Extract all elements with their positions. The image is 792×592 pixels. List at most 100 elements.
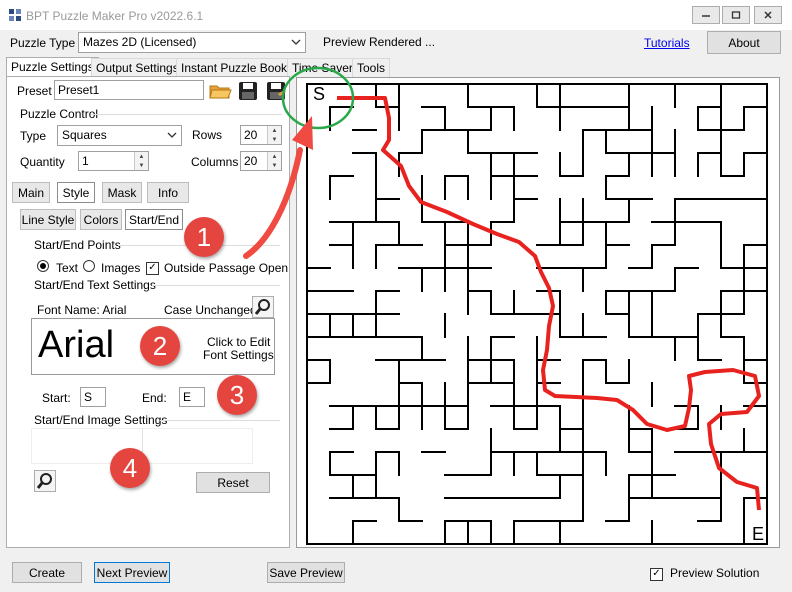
- maze-drawing: [306, 83, 768, 545]
- save-as-preset-button[interactable]: [264, 80, 288, 102]
- columns-value: 20: [244, 154, 258, 168]
- maze-preview: S E: [296, 77, 780, 548]
- annotation-badge-4: 4: [110, 448, 150, 488]
- reset-button[interactable]: Reset: [196, 472, 270, 493]
- window-title: BPT Puzzle Maker Pro v2022.6.1: [26, 9, 204, 23]
- subtab-mask[interactable]: Mask: [102, 182, 142, 203]
- magnifier-icon: [36, 473, 52, 489]
- rows-spin-buttons[interactable]: ▲ ▼: [267, 126, 281, 144]
- columns-stepper[interactable]: 20 ▲ ▼: [240, 151, 282, 171]
- subtab-main[interactable]: Main: [12, 182, 50, 203]
- end-text-input[interactable]: E: [179, 387, 205, 407]
- quantity-spin-buttons[interactable]: ▲ ▼: [134, 152, 148, 170]
- font-preview-text: Arial: [38, 324, 115, 366]
- spin-up-icon[interactable]: ▲: [135, 152, 148, 161]
- images-radio-label: Images: [101, 261, 141, 275]
- style-tab-line-style[interactable]: Line Style: [20, 209, 76, 230]
- start-end-points-title: Start/End Points: [34, 238, 121, 252]
- text-radio[interactable]: [37, 260, 49, 275]
- group-divider: [160, 420, 280, 421]
- checkmark-icon: ✓: [146, 261, 159, 275]
- tab-tools[interactable]: Tools: [352, 58, 391, 77]
- puzzle-control-title: Puzzle Control: [20, 107, 99, 121]
- spin-down-icon[interactable]: ▼: [135, 161, 148, 170]
- maze-start-mark: S: [313, 84, 326, 104]
- annotation-badge-3: 3: [217, 375, 257, 415]
- rows-value: 20: [244, 128, 258, 142]
- save-preset-button[interactable]: [236, 80, 260, 102]
- preset-label: Preset: [17, 84, 52, 98]
- start-text-input[interactable]: S: [80, 387, 106, 407]
- text-settings-title: Start/End Text Settings: [34, 278, 156, 292]
- tab-instant-puzzle-books[interactable]: Instant Puzzle Books: [176, 58, 299, 77]
- save-preview-button[interactable]: Save Preview: [267, 562, 345, 583]
- text-radio-label: Text: [56, 261, 79, 275]
- image-search-button[interactable]: [34, 470, 56, 492]
- spin-up-icon[interactable]: ▲: [268, 152, 281, 161]
- columns-spin-buttons[interactable]: ▲ ▼: [267, 152, 281, 170]
- images-radio[interactable]: [83, 260, 95, 275]
- quantity-value: 1: [82, 154, 89, 168]
- end-label: End:: [142, 391, 167, 405]
- rows-stepper[interactable]: 20 ▲ ▼: [240, 125, 282, 145]
- minimize-button[interactable]: [692, 6, 720, 24]
- puzzle-type-value: Mazes 2D (Licensed): [83, 35, 197, 49]
- subtab-style[interactable]: Style: [57, 182, 95, 203]
- status-text: Preview Rendered ...: [323, 35, 436, 49]
- radio-selected-icon: [37, 260, 49, 272]
- quantity-label: Quantity: [20, 155, 65, 169]
- chevron-down-icon: [291, 39, 301, 45]
- maximize-icon: [731, 11, 741, 19]
- puzzle-shape-value: Squares: [62, 128, 107, 142]
- puzzle-type-select[interactable]: Mazes 2D (Licensed): [78, 32, 306, 53]
- style-tab-start-end[interactable]: Start/End: [125, 209, 183, 230]
- preset-input[interactable]: Preset1: [54, 80, 204, 100]
- top-toolbar: Puzzle Type Mazes 2D (Licensed) Preview …: [0, 30, 792, 58]
- open-preset-button[interactable]: [208, 80, 232, 102]
- maze-solution-path: [337, 96, 761, 511]
- close-button[interactable]: [754, 6, 782, 24]
- annotation-badge-2: 2: [140, 326, 180, 366]
- app-logo-icon: [9, 9, 21, 21]
- chevron-down-icon: [167, 132, 177, 138]
- preview-solution-checkbox[interactable]: ✓: [650, 565, 663, 581]
- puzzle-type-label: Puzzle Type: [10, 36, 76, 50]
- close-icon: [764, 11, 772, 19]
- rows-label: Rows: [192, 128, 223, 142]
- tab-time-saver[interactable]: Time Saver: [287, 58, 358, 77]
- floppy-disk-save-as-icon: [267, 82, 286, 100]
- tab-puzzle-settings[interactable]: Puzzle Settings: [6, 57, 99, 78]
- bottom-bar: Create Next Preview Save Preview ✓ Previ…: [0, 552, 792, 592]
- style-tab-colors[interactable]: Colors: [80, 209, 122, 230]
- quantity-stepper[interactable]: 1 ▲ ▼: [78, 151, 149, 171]
- checkmark-icon: ✓: [650, 567, 663, 581]
- maximize-button[interactable]: [722, 6, 750, 24]
- floppy-disk-icon: [239, 82, 257, 100]
- preview-solution-label: Preview Solution: [670, 566, 760, 580]
- columns-label: Columns: [191, 155, 239, 169]
- type-label: Type: [20, 129, 47, 143]
- group-divider: [152, 285, 280, 286]
- group-divider: [92, 114, 282, 115]
- tab-output-settings[interactable]: Output Settings: [91, 58, 184, 77]
- font-name-label: Font Name: Arial: [37, 303, 127, 317]
- magnifier-icon: [254, 299, 270, 315]
- font-search-button[interactable]: [252, 296, 274, 318]
- about-button[interactable]: About: [707, 31, 781, 54]
- outside-passage-checkbox[interactable]: ✓: [146, 259, 159, 275]
- spin-down-icon[interactable]: ▼: [268, 161, 281, 170]
- title-bar: BPT Puzzle Maker Pro v2022.6.1: [0, 0, 792, 30]
- puzzle-shape-select[interactable]: Squares: [57, 125, 182, 146]
- subtab-info[interactable]: Info: [147, 182, 189, 203]
- minimize-icon: [702, 15, 710, 17]
- image-settings-title: Start/End Image Settings: [34, 413, 168, 427]
- tutorials-link[interactable]: Tutorials: [644, 36, 690, 50]
- spin-up-icon[interactable]: ▲: [268, 126, 281, 135]
- font-settings-label: Font Settings: [203, 348, 274, 362]
- folder-open-icon: [209, 85, 232, 99]
- spin-down-icon[interactable]: ▼: [268, 135, 281, 144]
- create-button[interactable]: Create: [12, 562, 82, 583]
- annotation-badge-1: 1: [184, 217, 224, 257]
- outside-passage-label: Outside Passage Open: [164, 261, 289, 275]
- next-preview-button[interactable]: Next Preview: [94, 562, 170, 583]
